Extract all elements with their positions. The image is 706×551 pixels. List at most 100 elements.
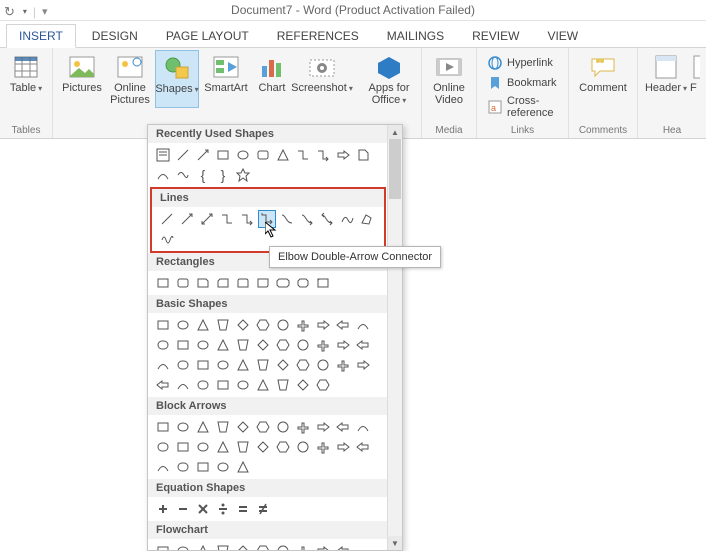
basic-shape-36[interactable] (194, 376, 212, 394)
block-arrow-1[interactable] (154, 418, 172, 436)
line-curved-arrow[interactable] (298, 210, 316, 228)
eq-equal[interactable] (234, 500, 252, 518)
online-video-button[interactable]: Online Video (428, 50, 470, 106)
block-arrow-25[interactable] (194, 458, 212, 476)
basic-shape-6[interactable] (254, 316, 272, 334)
rect-2[interactable] (174, 274, 192, 292)
shape-doc[interactable] (354, 146, 372, 164)
shape-right-brace[interactable]: } (214, 166, 232, 184)
shape-rounded-rect[interactable] (254, 146, 272, 164)
line-freeform[interactable] (358, 210, 376, 228)
smartart-button[interactable]: SmartArt (201, 50, 251, 106)
basic-shape-22[interactable] (354, 336, 372, 354)
basic-shape-26[interactable] (214, 356, 232, 374)
line-curved-double-arrow[interactable] (318, 210, 336, 228)
block-arrow-13[interactable] (174, 438, 192, 456)
shape-curve[interactable] (174, 166, 192, 184)
block-arrow-12[interactable] (154, 438, 172, 456)
block-arrow-14[interactable] (194, 438, 212, 456)
block-arrow-24[interactable] (174, 458, 192, 476)
block-arrow-7[interactable] (274, 418, 292, 436)
redo-icon[interactable]: ↻ (4, 2, 15, 22)
shape-arrow-line[interactable] (194, 146, 212, 164)
basic-shape-3[interactable] (194, 316, 212, 334)
block-arrow-2[interactable] (174, 418, 192, 436)
line-arrow[interactable] (178, 210, 196, 228)
basic-shape-35[interactable] (174, 376, 192, 394)
block-arrow-17[interactable] (254, 438, 272, 456)
online-pictures-button[interactable]: Online Pictures (107, 50, 153, 106)
eq-multiply[interactable] (194, 500, 212, 518)
block-arrow-22[interactable] (354, 438, 372, 456)
tab-design[interactable]: DESIGN (80, 25, 150, 47)
basic-shape-8[interactable] (294, 316, 312, 334)
basic-shape-9[interactable] (314, 316, 332, 334)
rect-1[interactable] (154, 274, 172, 292)
tab-mailings[interactable]: MAILINGS (375, 25, 456, 47)
block-arrow-3[interactable] (194, 418, 212, 436)
pictures-button[interactable]: Pictures (59, 50, 105, 106)
rect-4[interactable] (214, 274, 232, 292)
basic-shape-15[interactable] (214, 336, 232, 354)
block-arrow-11[interactable] (354, 418, 372, 436)
basic-shape-11[interactable] (354, 316, 372, 334)
rect-5[interactable] (234, 274, 252, 292)
cross-reference-button[interactable]: a Cross-reference (483, 94, 562, 120)
shape-right-arrow[interactable] (334, 146, 352, 164)
line-curve-tool[interactable] (338, 210, 356, 228)
hyperlink-button[interactable]: Hyperlink (483, 54, 562, 72)
shape-oval[interactable] (234, 146, 252, 164)
basic-shape-16[interactable] (234, 336, 252, 354)
basic-shape-13[interactable] (174, 336, 192, 354)
screenshot-button[interactable]: Screenshot▾ (293, 50, 351, 106)
basic-shape-38[interactable] (234, 376, 252, 394)
basic-shape-10[interactable] (334, 316, 352, 334)
eq-divide[interactable] (214, 500, 232, 518)
scroll-up-icon[interactable]: ▲ (388, 125, 402, 139)
block-arrow-23[interactable] (154, 458, 172, 476)
basic-shape-20[interactable] (314, 336, 332, 354)
rect-8[interactable] (294, 274, 312, 292)
chart-button[interactable]: Chart (253, 50, 291, 106)
basic-shape-32[interactable] (334, 356, 352, 374)
basic-shape-7[interactable] (274, 316, 292, 334)
basic-shape-12[interactable] (154, 336, 172, 354)
rect-7[interactable] (274, 274, 292, 292)
line-scribble[interactable] (158, 230, 176, 248)
ribbon-min-icon[interactable]: ▾ (42, 2, 48, 22)
block-arrow-16[interactable] (234, 438, 252, 456)
basic-shape-29[interactable] (274, 356, 292, 374)
basic-shape-30[interactable] (294, 356, 312, 374)
bookmark-button[interactable]: Bookmark (483, 74, 562, 92)
basic-shape-28[interactable] (254, 356, 272, 374)
basic-shape-25[interactable] (194, 356, 212, 374)
basic-shape-2[interactable] (174, 316, 192, 334)
block-arrow-19[interactable] (294, 438, 312, 456)
basic-shape-5[interactable] (234, 316, 252, 334)
block-arrow-27[interactable] (234, 458, 252, 476)
apps-for-office-button[interactable]: Apps for Office▾ (363, 50, 415, 107)
basic-shape-19[interactable] (294, 336, 312, 354)
tab-review[interactable]: REVIEW (460, 25, 531, 47)
basic-shape-39[interactable] (254, 376, 272, 394)
qat-customize-icon[interactable]: ▾ (23, 2, 27, 22)
tab-page-layout[interactable]: PAGE LAYOUT (154, 25, 261, 47)
block-arrow-21[interactable] (334, 438, 352, 456)
basic-shape-18[interactable] (274, 336, 292, 354)
gallery-scrollbar[interactable]: ▲ ▼ (387, 125, 402, 550)
basic-shape-40[interactable] (274, 376, 292, 394)
eq-minus[interactable] (174, 500, 192, 518)
block-arrow-18[interactable] (274, 438, 292, 456)
shape-rectangle[interactable] (214, 146, 232, 164)
block-arrow-6[interactable] (254, 418, 272, 436)
basic-shape-37[interactable] (214, 376, 232, 394)
block-arrow-26[interactable] (214, 458, 232, 476)
shape-arc[interactable] (154, 166, 172, 184)
block-arrow-10[interactable] (334, 418, 352, 436)
shape-star[interactable] (234, 166, 252, 184)
basic-shape-33[interactable] (354, 356, 372, 374)
basic-shape-4[interactable] (214, 316, 232, 334)
line-elbow-double-arrow[interactable] (258, 210, 276, 228)
basic-shape-21[interactable] (334, 336, 352, 354)
basic-shape-23[interactable] (154, 356, 172, 374)
